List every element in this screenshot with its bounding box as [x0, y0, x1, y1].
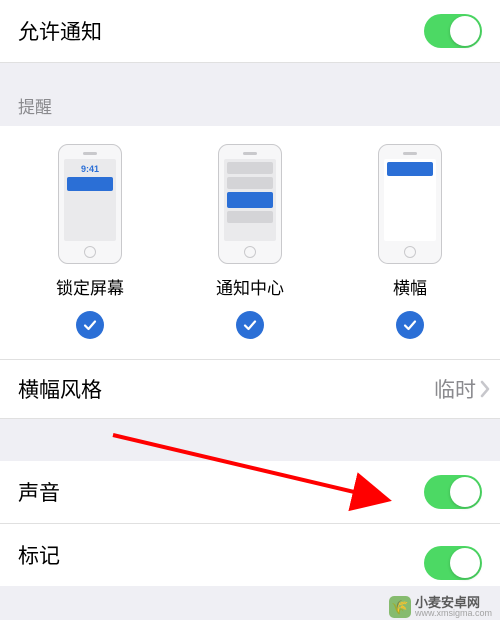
notification-center-checkmark-icon — [236, 311, 264, 339]
sound-row: 声音 — [0, 461, 500, 524]
notification-center-preview-icon — [218, 144, 282, 264]
alert-option-notification-center[interactable]: 通知中心 — [190, 144, 310, 339]
alerts-panel: 9:41 锁定屏幕 通知中心 — [0, 126, 500, 360]
toggle-knob — [450, 548, 480, 578]
chevron-right-icon — [480, 380, 490, 398]
badges-row: 标记 — [0, 524, 500, 586]
alert-option-banner[interactable]: 横幅 — [350, 144, 470, 339]
alerts-section-header: 提醒 — [0, 63, 500, 126]
banner-style-row[interactable]: 横幅风格 临时 — [0, 360, 500, 419]
banner-style-value-group: 临时 — [434, 374, 490, 404]
lock-screen-checkmark-icon — [76, 311, 104, 339]
watermark: 🌾 小麦安卓网 www.xmsigma.com — [389, 596, 492, 618]
allow-notifications-toggle[interactable] — [424, 14, 482, 48]
banner-preview-icon — [378, 144, 442, 264]
allow-notifications-label: 允许通知 — [18, 16, 102, 46]
alert-option-lock-screen[interactable]: 9:41 锁定屏幕 — [30, 144, 150, 339]
banner-style-label: 横幅风格 — [18, 374, 102, 404]
banner-checkmark-icon — [396, 311, 424, 339]
banner-style-value: 临时 — [434, 374, 476, 404]
sound-toggle[interactable] — [424, 475, 482, 509]
lock-screen-preview-icon: 9:41 — [58, 144, 122, 264]
lock-screen-label: 锁定屏幕 — [56, 274, 124, 299]
watermark-logo-icon: 🌾 — [389, 596, 411, 618]
toggle-knob — [450, 16, 480, 46]
toggle-knob — [450, 477, 480, 507]
notification-center-label: 通知中心 — [216, 274, 284, 299]
lock-screen-time: 9:41 — [81, 164, 99, 174]
banner-label: 横幅 — [393, 274, 427, 299]
badges-label: 标记 — [18, 540, 60, 570]
sound-label: 声音 — [18, 477, 60, 507]
badges-toggle[interactable] — [424, 546, 482, 580]
watermark-url: www.xmsigma.com — [415, 609, 492, 618]
allow-notifications-row: 允许通知 — [0, 0, 500, 63]
